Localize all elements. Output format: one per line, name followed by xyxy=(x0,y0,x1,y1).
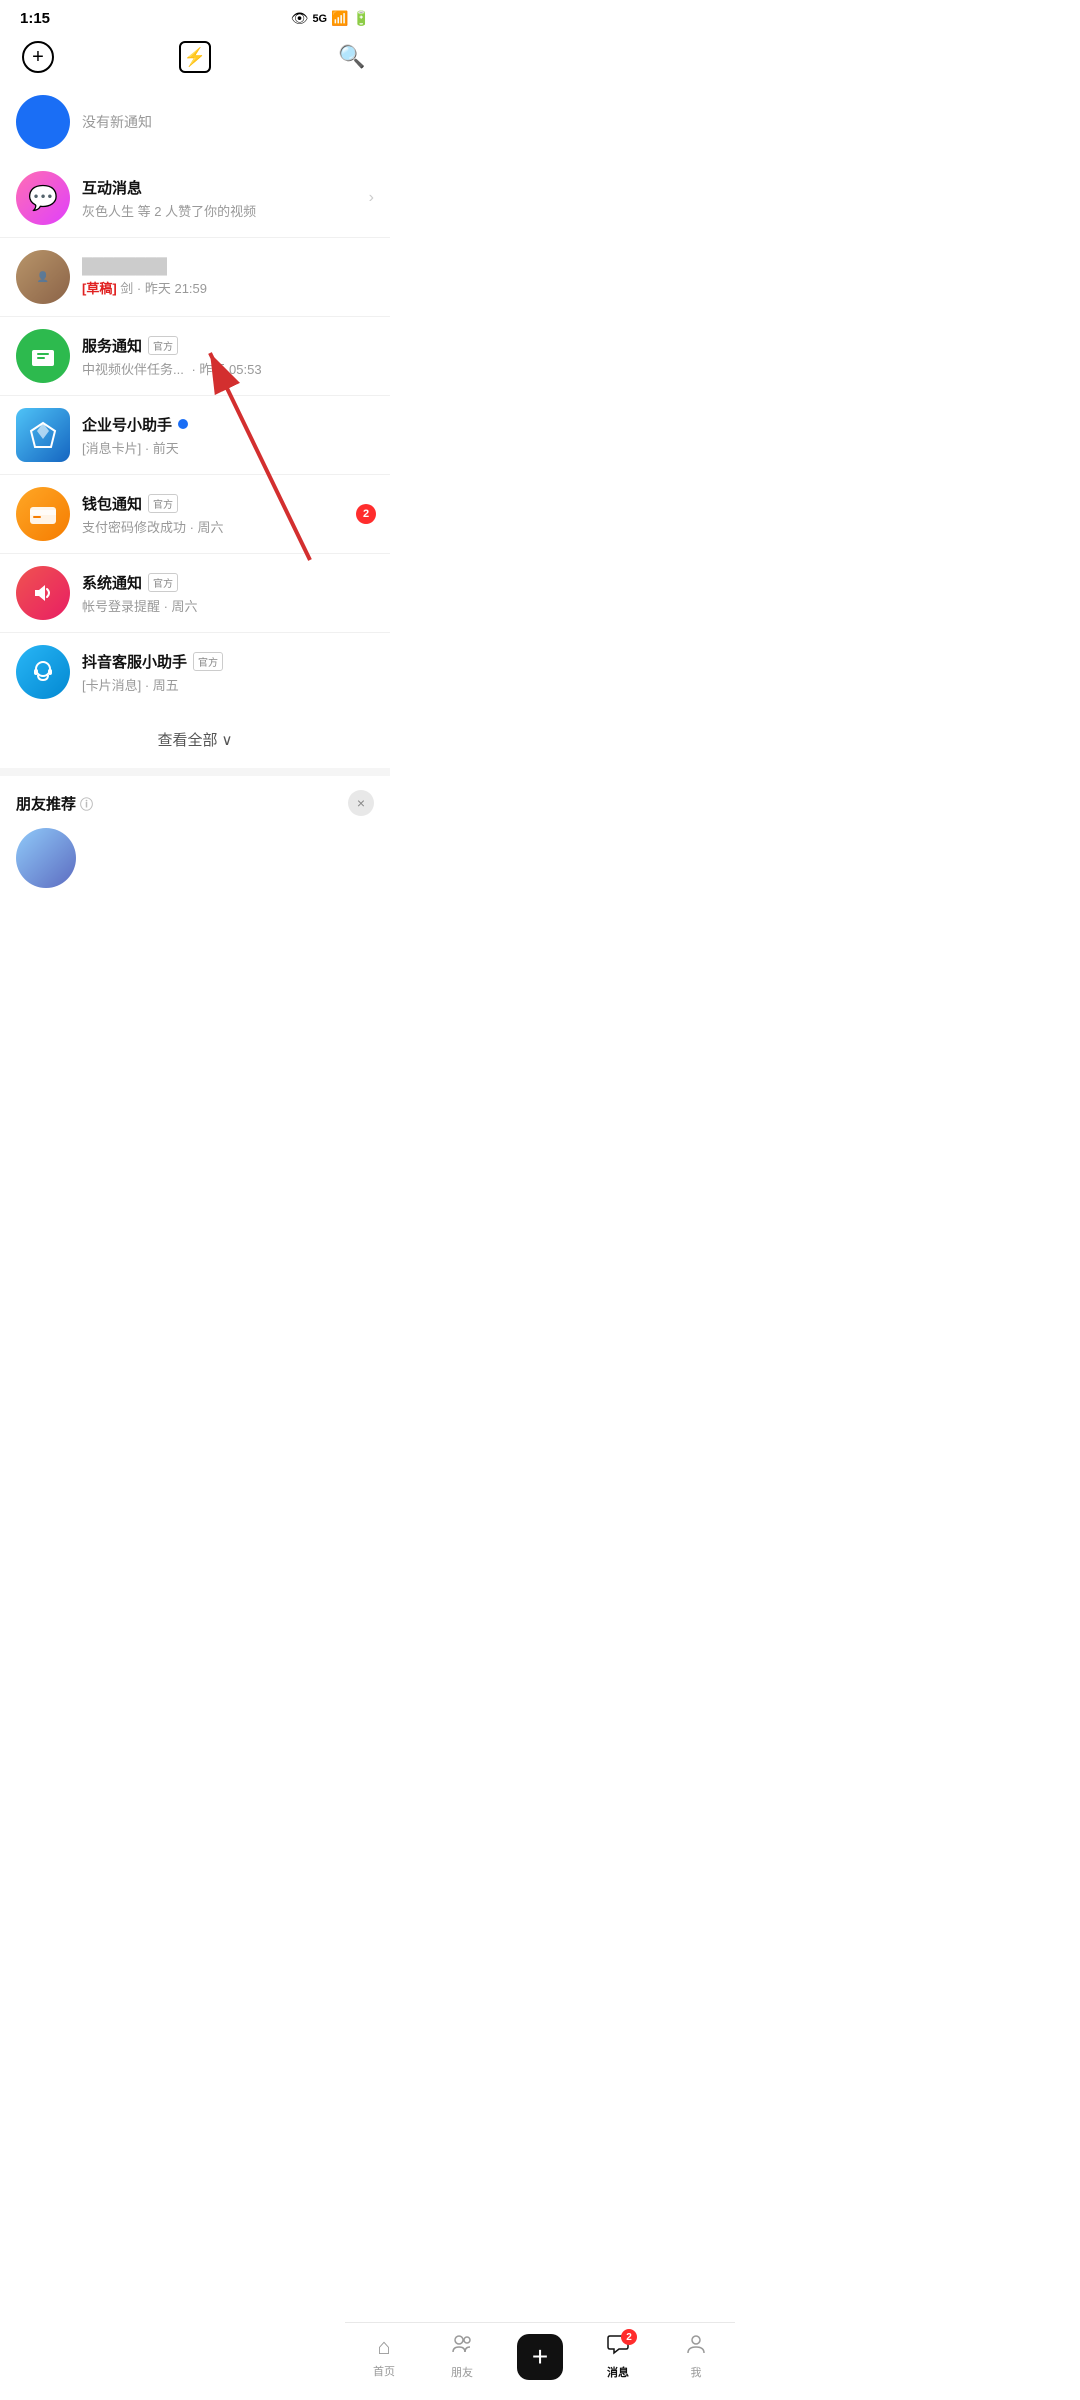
flash-button[interactable]: ⚡ xyxy=(177,39,213,75)
nav-friends[interactable]: 朋友 xyxy=(427,2333,497,2380)
customer-official-tag: 官方 xyxy=(193,652,223,671)
close-friend-section-button[interactable]: × xyxy=(348,790,374,816)
nav-me[interactable]: 我 xyxy=(661,2333,731,2380)
no-notification-row: 没有新通知 xyxy=(0,85,390,159)
5g-icon: 5G xyxy=(312,13,327,25)
interactive-subtitle: 灰色人生 等 2 人赞了你的视频 xyxy=(82,201,361,220)
info-icon: ⓘ xyxy=(80,794,93,813)
draft-user-avatar: 👤 xyxy=(16,250,70,304)
customer-subtitle: [卡片消息] · 周五 xyxy=(82,675,374,694)
system-avatar xyxy=(16,566,70,620)
flash-icon: ⚡ xyxy=(179,41,211,73)
wallet-avatar xyxy=(16,487,70,541)
wallet-item[interactable]: 钱包通知 官方 支付密码修改成功 · 周六 2 xyxy=(0,475,390,554)
plus-button[interactable]: + xyxy=(517,2334,563,2380)
close-icon: × xyxy=(357,795,365,811)
view-all-button[interactable]: 查看全部 ∨ xyxy=(0,711,390,768)
service-content: 服务通知 官方 中视频伙伴任务... · 昨天 05:53 xyxy=(82,335,374,378)
search-button[interactable]: 🔍 xyxy=(334,39,370,75)
diamond-icon xyxy=(27,419,59,451)
enterprise-item[interactable]: 企业号小助手 [消息卡片] · 前天 xyxy=(0,396,390,475)
draft-user-item[interactable]: 👤 ████████ [草稿] 剑 · 昨天 21:59 xyxy=(0,238,390,317)
chevron-down-icon: ∨ xyxy=(222,731,233,749)
friends-label: 朋友 xyxy=(451,2364,473,2380)
nav-home[interactable]: ⌂ 首页 xyxy=(349,2334,419,2379)
wallet-icon xyxy=(29,503,57,525)
service-title: 服务通知 官方 xyxy=(82,335,374,356)
interactive-avatar: 💬 xyxy=(16,171,70,225)
add-button[interactable]: + xyxy=(20,39,56,75)
service-notif-item[interactable]: 服务通知 官方 中视频伙伴任务... · 昨天 05:53 xyxy=(0,317,390,396)
wallet-subtitle: 支付密码修改成功 · 周六 xyxy=(82,517,374,536)
search-icon: 🔍 xyxy=(338,44,365,70)
nav-plus[interactable]: + xyxy=(505,2334,575,2380)
battery-icon: 🔋 xyxy=(353,10,370,27)
wallet-badge: 2 xyxy=(356,504,376,524)
friend-header: 朋友推荐 ⓘ × xyxy=(16,790,374,816)
messages-label: 消息 xyxy=(607,2364,629,2380)
draft-subtitle: [草稿] 剑 · 昨天 21:59 xyxy=(82,278,374,297)
plus-icon: + xyxy=(22,41,54,73)
nav-messages[interactable]: 2 消息 xyxy=(583,2333,653,2380)
wallet-title: 钱包通知 官方 xyxy=(82,493,374,514)
system-title: 系统通知 官方 xyxy=(82,572,374,593)
speaker-icon xyxy=(29,579,57,607)
eye-icon: 👁 xyxy=(291,10,309,27)
customer-content: 抖音客服小助手 官方 [卡片消息] · 周五 xyxy=(82,651,374,694)
draft-title: ████████ xyxy=(82,258,374,275)
system-notif-item[interactable]: 系统通知 官方 帐号登录提醒 · 周六 xyxy=(0,554,390,633)
service-avatar xyxy=(16,329,70,383)
enterprise-content: 企业号小助手 [消息卡片] · 前天 xyxy=(82,414,374,457)
chevron-right-icon: › xyxy=(369,189,374,207)
official-tag: 官方 xyxy=(148,336,178,355)
no-notif-text: 没有新通知 xyxy=(82,112,152,132)
enterprise-title: 企业号小助手 xyxy=(82,414,374,435)
friend-title: 朋友推荐 ⓘ xyxy=(16,793,93,814)
status-time: 1:15 xyxy=(20,10,50,27)
interactive-messages-item[interactable]: 💬 互动消息 灰色人生 等 2 人赞了你的视频 › xyxy=(0,159,390,238)
status-icons: 👁 5G 📶 🔋 xyxy=(291,10,370,27)
plus-icon: + xyxy=(532,2343,548,2371)
section-divider xyxy=(0,768,390,776)
headset-icon xyxy=(29,658,57,686)
messages-badge: 2 xyxy=(621,2329,637,2345)
signal-icon: 📶 xyxy=(331,10,348,27)
interactive-content: 互动消息 灰色人生 等 2 人赞了你的视频 xyxy=(82,177,361,220)
notification-list: 没有新通知 💬 互动消息 灰色人生 等 2 人赞了你的视频 › 👤 ██████ xyxy=(0,85,390,711)
draft-content: ████████ [草稿] 剑 · 昨天 21:59 xyxy=(82,258,374,297)
messages-badge-wrap: 2 xyxy=(607,2333,629,2361)
customer-service-item[interactable]: 抖音客服小助手 官方 [卡片消息] · 周五 xyxy=(0,633,390,711)
friend-avatar-1 xyxy=(16,828,76,888)
blue-dot-indicator xyxy=(178,419,188,429)
friends-icon xyxy=(451,2333,473,2361)
interactive-title: 互动消息 xyxy=(82,177,361,198)
system-content: 系统通知 官方 帐号登录提醒 · 周六 xyxy=(82,572,374,615)
inbox-icon xyxy=(29,342,57,370)
enterprise-subtitle: [消息卡片] · 前天 xyxy=(82,438,374,457)
bottom-nav: ⌂ 首页 朋友 + xyxy=(345,2322,735,2400)
service-subtitle: 中视频伙伴任务... · 昨天 05:53 xyxy=(82,359,374,378)
home-icon: ⌂ xyxy=(377,2334,390,2360)
system-subtitle: 帐号登录提醒 · 周六 xyxy=(82,596,374,615)
toolbar: + ⚡ 🔍 xyxy=(0,33,390,85)
customer-avatar xyxy=(16,645,70,699)
customer-title: 抖音客服小助手 官方 xyxy=(82,651,374,672)
home-label: 首页 xyxy=(373,2363,395,2379)
me-label: 我 xyxy=(691,2364,702,2380)
me-icon xyxy=(685,2333,707,2361)
wallet-content: 钱包通知 官方 支付密码修改成功 · 周六 xyxy=(82,493,374,536)
friend-section: 朋友推荐 ⓘ × xyxy=(0,776,390,898)
system-official-tag: 官方 xyxy=(148,573,178,592)
friend-preview xyxy=(16,828,374,888)
status-bar: 1:15 👁 5G 📶 🔋 xyxy=(0,0,390,33)
enterprise-avatar xyxy=(16,408,70,462)
wallet-official-tag: 官方 xyxy=(148,494,178,513)
no-notif-avatar xyxy=(16,95,70,149)
